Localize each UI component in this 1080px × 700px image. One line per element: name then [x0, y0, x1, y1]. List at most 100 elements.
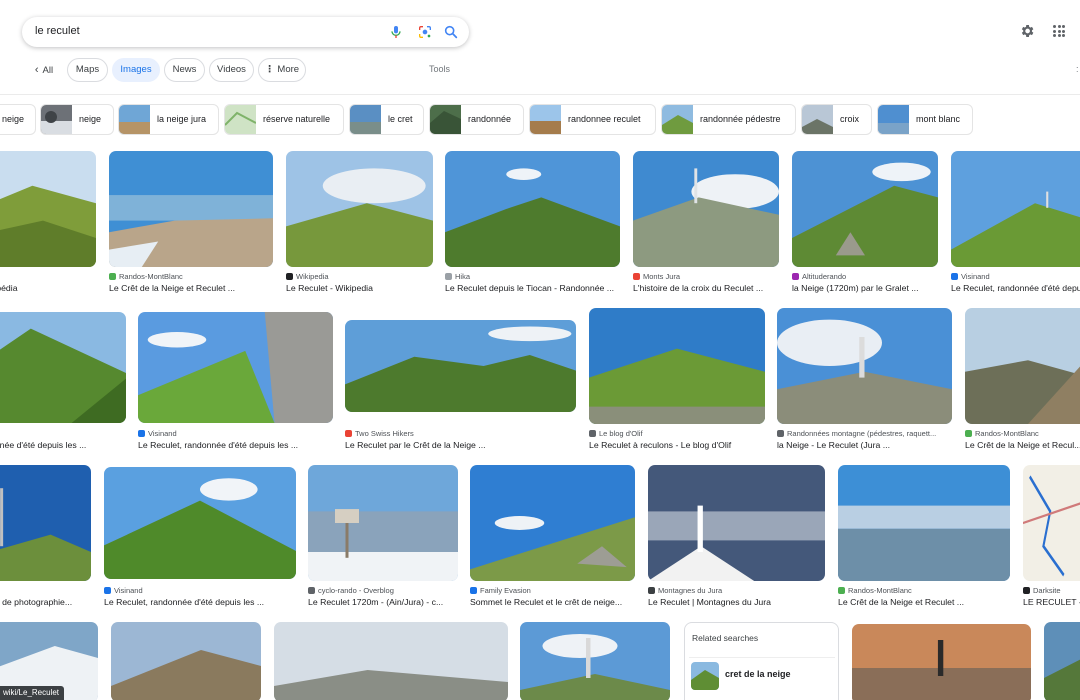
result-title[interactable]: onnée d'été depuis les ...: [0, 440, 126, 450]
result-title[interactable]: LE RECULET - ...: [1023, 597, 1080, 607]
result-title[interactable]: la Neige (1720m) par le Gralet ...: [792, 283, 938, 293]
result-thumbnail[interactable]: [345, 320, 576, 412]
result-title[interactable]: L'histoire de la croix du Reculet ...: [633, 283, 779, 293]
result-title[interactable]: Sommet le Reculet et le crêt de neige...: [470, 597, 635, 607]
chip-mont-blanc[interactable]: mont blanc: [877, 104, 973, 135]
image-result[interactable]: Darksite LE RECULET - ...: [1023, 465, 1080, 610]
image-result[interactable]: ue de photographie...: [0, 465, 91, 610]
result-thumbnail[interactable]: [1023, 465, 1080, 581]
result-thumbnail[interactable]: [286, 151, 433, 267]
result-thumbnail[interactable]: [109, 151, 273, 267]
chip-neige-2[interactable]: neige: [40, 104, 114, 135]
result-title[interactable]: Le Crêt de la Neige et Reculet ...: [109, 283, 273, 293]
chip-randonnee[interactable]: randonnée: [429, 104, 524, 135]
chip-randonnee-reculet[interactable]: randonnee reculet: [529, 104, 656, 135]
chip-croix[interactable]: croix: [801, 104, 872, 135]
result-title[interactable]: Le Crêt de la Neige et Recul...: [965, 440, 1080, 450]
image-result[interactable]: Randos-MontBlanc Le Crêt de la Neige et …: [838, 465, 1010, 610]
image-result[interactable]: [520, 622, 670, 700]
result-thumbnail[interactable]: [0, 312, 126, 423]
favicon-icon: [445, 273, 452, 280]
result-title[interactable]: Le Reculet 1720m - (Ain/Jura) - c...: [308, 597, 458, 607]
result-thumbnail[interactable]: [852, 624, 1031, 700]
tab-more[interactable]: ⋮ More: [258, 58, 306, 82]
result-thumbnail[interactable]: [965, 308, 1080, 424]
result-thumbnail[interactable]: [111, 622, 261, 700]
tab-news[interactable]: News: [164, 58, 205, 82]
result-thumbnail[interactable]: [951, 151, 1080, 267]
chip-reserve-naturelle[interactable]: réserve naturelle: [224, 104, 344, 135]
gear-icon[interactable]: [1019, 23, 1035, 39]
image-result[interactable]: onnée d'été depuis les ...: [0, 312, 126, 454]
image-result[interactable]: Altituderando la Neige (1720m) par le Gr…: [792, 151, 938, 296]
result-title[interactable]: ue de photographie...: [0, 597, 91, 607]
image-result[interactable]: [274, 622, 508, 700]
image-result[interactable]: [111, 622, 261, 700]
image-result[interactable]: [852, 624, 1031, 700]
chip-le-cret[interactable]: le cret: [349, 104, 424, 135]
result-title[interactable]: Le Crêt de la Neige et Reculet ...: [838, 597, 1010, 607]
tab-images[interactable]: Images: [112, 58, 160, 82]
result-thumbnail[interactable]: [633, 151, 779, 267]
image-result[interactable]: Randos-MontBlanc Le Crêt de la Neige et …: [109, 151, 273, 296]
image-result[interactable]: Randos-MontBlanc Le Crêt de la Neige et …: [965, 308, 1080, 454]
image-result[interactable]: Visinand Le Reculet, randonnée d'été dep…: [138, 312, 333, 454]
mic-icon[interactable]: [388, 24, 404, 40]
lens-icon[interactable]: [417, 24, 433, 40]
related-searches-panel: Related searches cret de la neige: [684, 622, 839, 700]
result-title[interactable]: la Neige - Le Reculet (Jura ...: [777, 440, 952, 450]
result-thumbnail[interactable]: [0, 465, 91, 581]
result-thumbnail[interactable]: [777, 308, 952, 424]
result-source: Darksite: [1023, 586, 1080, 595]
image-result[interactable]: Le blog d'Olif Le Reculet à reculons - L…: [589, 308, 765, 454]
result-thumbnail[interactable]: [792, 151, 938, 267]
chip-randonnee-pedestre[interactable]: randonnée pédestre: [661, 104, 796, 135]
apps-grid-icon[interactable]: [1053, 25, 1065, 37]
result-thumbnail[interactable]: [0, 151, 96, 267]
result-title[interactable]: Le Reculet | Montagnes du Jura: [648, 597, 825, 607]
search-box[interactable]: le reculet: [22, 17, 469, 47]
chip-neige-1[interactable]: neige: [0, 104, 36, 135]
image-result[interactable]: Visinand Le Reculet, randonnée d'été dep…: [104, 467, 296, 610]
result-thumbnail[interactable]: [470, 465, 635, 581]
result-title[interactable]: Le Reculet - Wikipedia: [286, 283, 433, 293]
result-thumbnail[interactable]: [1044, 622, 1080, 700]
result-title[interactable]: Le Reculet, randonnée d'été depuis les .…: [138, 440, 333, 450]
result-title[interactable]: Le Reculet depuis le Tiocan - Randonnée …: [445, 283, 620, 293]
image-result[interactable]: Wikipedia Le Reculet - Wikipedia: [286, 151, 433, 296]
result-thumbnail[interactable]: [104, 467, 296, 579]
result-thumbnail[interactable]: [648, 465, 825, 581]
result-title[interactable]: Le Reculet, randonnée d'été depuis les .…: [104, 597, 296, 607]
tab-videos[interactable]: Videos: [209, 58, 254, 82]
image-result[interactable]: kipédia: [0, 151, 96, 296]
result-thumbnail[interactable]: [838, 465, 1010, 581]
chip-la-neige-jura[interactable]: la neige jura: [118, 104, 219, 135]
image-result[interactable]: Visinand Le Reculet, randonnée d'été dep…: [951, 151, 1080, 296]
image-result[interactable]: Monts Jura L'histoire de la croix du Rec…: [633, 151, 779, 296]
result-thumbnail[interactable]: [308, 465, 458, 581]
image-result[interactable]: cyclo-rando - Overblog Le Reculet 1720m …: [308, 465, 458, 610]
favicon-icon: [1023, 587, 1030, 594]
result-thumbnail[interactable]: [138, 312, 333, 423]
tab-maps[interactable]: Maps: [67, 58, 108, 82]
tools-button[interactable]: Tools: [429, 64, 450, 74]
image-result[interactable]: Family Evasion Sommet le Reculet et le c…: [470, 465, 635, 610]
search-input[interactable]: le reculet: [35, 25, 80, 37]
result-thumbnail[interactable]: [274, 622, 508, 700]
image-result[interactable]: [1044, 622, 1080, 700]
related-search-item[interactable]: cret de la neige: [689, 657, 835, 693]
result-title[interactable]: kipédia: [0, 283, 96, 293]
related-searches-title: Related searches: [692, 633, 759, 643]
image-result[interactable]: Hika Le Reculet depuis le Tiocan - Rando…: [445, 151, 620, 296]
image-result[interactable]: Randonnées montagne (pédestres, raquett.…: [777, 308, 952, 454]
result-thumbnail[interactable]: [589, 308, 765, 424]
result-title[interactable]: Le Reculet à reculons - Le blog d'Olif: [589, 440, 765, 450]
image-result[interactable]: Two Swiss Hikers Le Reculet par le Crêt …: [345, 320, 576, 454]
tab-all[interactable]: ‹ All: [26, 58, 62, 82]
result-thumbnail[interactable]: [520, 622, 670, 700]
result-title[interactable]: Le Reculet par le Crêt de la Neige ...: [345, 440, 576, 450]
result-title[interactable]: Le Reculet, randonnée d'été depuis ...: [951, 283, 1080, 293]
result-thumbnail[interactable]: [445, 151, 620, 267]
image-result[interactable]: Montagnes du Jura Le Reculet | Montagnes…: [648, 465, 825, 610]
search-icon[interactable]: [443, 24, 459, 40]
